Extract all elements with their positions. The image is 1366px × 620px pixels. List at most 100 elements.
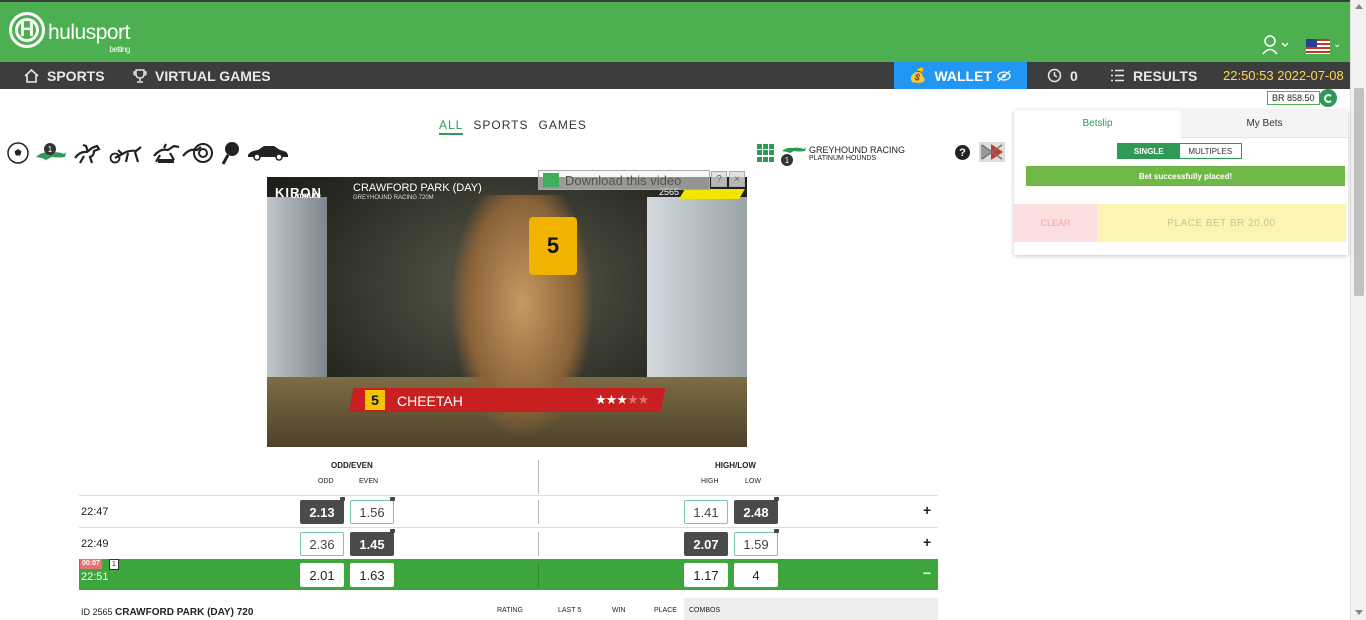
top-header: H hulusport betting ⌄ [0,0,1366,62]
col-win: WIN [612,607,626,614]
race-badge: 1 [109,559,119,570]
logo-mark: H [9,12,45,48]
page-scrollbar[interactable] [1350,0,1366,620]
hulusport-logo[interactable]: H hulusport betting [9,12,130,54]
scroll-down-arrow[interactable] [1355,610,1363,615]
lock-icon [774,529,779,533]
eye-slash-icon[interactable] [996,70,1012,82]
main-nav: SPORTS VIRTUAL GAMES 💰 WALLET 0 RESULTS … [0,62,1350,89]
high-button[interactable]: 1.41 [684,500,728,524]
high-button[interactable]: 2.07 [684,532,728,556]
race-video-player[interactable]: 5 KIRON Unmute CRAWFORD PARK (DAY) GREYH… [267,177,747,447]
collapse-video-icon[interactable] [979,142,1005,162]
tab-my-bets[interactable]: My Bets [1181,110,1348,138]
scroll-thumb[interactable] [1354,88,1364,296]
row-divider [538,532,539,556]
multiples-toggle[interactable]: MULTIPLES [1180,144,1242,158]
odd-button[interactable]: 2.13 [300,500,344,524]
clear-button[interactable]: CLEAR [1014,204,1097,242]
col-last5: LAST 5 [558,607,582,614]
nav-history[interactable]: 0 [1047,62,1078,89]
expand-icon[interactable]: + [923,502,931,518]
unmute-button[interactable]: Unmute [291,191,321,200]
event-count-badge: 1 [781,154,793,166]
download-video-bar[interactable]: Download this video [538,170,710,190]
market-odd-even-title: ODD/EVEN [331,461,373,470]
car-racing-icon[interactable] [246,140,290,166]
user-account-icon[interactable] [1262,35,1292,55]
us-flag-icon[interactable] [1306,39,1330,54]
high-button[interactable]: 1.17 [684,563,728,587]
odd-button[interactable]: 2.36 [300,532,344,556]
collapse-icon[interactable]: − [923,565,931,581]
video-bib-number: 5 [529,217,577,275]
row-divider [538,500,539,524]
grid-view-icon[interactable] [757,144,775,162]
low-button[interactable]: 4 [734,563,778,587]
betslip-panel: Betslip My Bets SINGLE MULTIPLES Bet suc… [1014,110,1348,255]
brand-name: hulusport [48,21,130,44]
market-high-low-title: HIGH/LOW [715,461,756,470]
event-subtitle: PLATINUM HOUNDS [809,155,877,162]
harness-racing-icon[interactable] [108,140,144,166]
race-row-live[interactable]: 00:07 1 22:51 2.01 1.63 1.17 4 − [79,559,938,590]
lock-icon [774,497,779,501]
tab-games[interactable]: GAMES [538,118,586,135]
soccer-ball-icon[interactable] [6,140,30,166]
countdown-timer: 00:07 [80,559,102,569]
expand-icon[interactable]: + [923,534,931,550]
help-icon[interactable]: ? [955,145,970,160]
runner-number: 5 [365,390,385,410]
col-combos: COMBOS [689,607,721,614]
race-row[interactable]: 22:49 2.36 1.45 2.07 1.59 + [79,527,938,558]
nav-sports-label: SPORTS [47,67,105,84]
scroll-up-arrow[interactable] [1355,4,1363,9]
wallet-label: WALLET [934,67,992,84]
even-button[interactable]: 1.63 [350,563,394,587]
runner-name: CHEETAH [397,393,463,409]
video-race-title: CRAWFORD PARK (DAY) [353,182,482,194]
motorbike-racing-icon[interactable] [181,140,213,166]
single-toggle[interactable]: SINGLE [1118,144,1180,158]
chevron-down-icon[interactable]: ⌄ [1333,39,1341,50]
tennis-icon[interactable] [220,140,242,166]
money-bag-icon: 💰 [909,67,927,83]
low-button[interactable]: 1.59 [734,532,778,556]
refresh-balance-icon[interactable] [1319,89,1337,107]
col-place: PLACE [654,607,677,614]
even-button[interactable]: 1.56 [350,500,394,524]
server-clock: 22:50:53 2022-07-08 [1223,68,1344,83]
place-bet-button[interactable]: PLACE BET BR 20.00 [1097,204,1346,242]
sport-badge: 1 [44,143,56,155]
tab-all[interactable]: ALL [439,118,464,135]
market-divider [538,460,539,494]
steeplechase-icon[interactable] [152,140,182,166]
race-row[interactable]: 22:47 2.13 1.56 1.41 2.48 + [79,495,938,526]
history-count: 0 [1070,67,1078,84]
video-race-subtitle: GREYHOUND RACING 720M [353,195,434,201]
download-close-button[interactable]: × [729,171,745,187]
even-button[interactable]: 1.45 [350,532,394,556]
download-label: Download this video [565,172,682,188]
greyhound-icon [782,147,806,153]
lock-icon [390,497,395,501]
video-gate-right [647,197,747,397]
race-card-header: ID 2565 CRAWFORD PARK (DAY) 720 RATING L… [79,598,938,620]
tab-betslip[interactable]: Betslip [1014,110,1181,138]
logo-wordmark: hulusport betting [48,21,130,54]
account-balance: BR 858.50 [1267,91,1320,105]
tab-sports[interactable]: SPORTS [473,118,528,135]
download-help-button[interactable]: ? [711,171,727,187]
low-button[interactable]: 2.48 [734,500,778,524]
wallet-button[interactable]: 💰 WALLET [894,62,1027,89]
nav-results[interactable]: RESULTS [1110,62,1197,89]
odd-button[interactable]: 2.01 [300,563,344,587]
nav-sports[interactable]: SPORTS [24,62,105,89]
video-gate-left [267,197,327,397]
history-icon [1047,68,1062,83]
col-odd: ODD [318,478,334,485]
horse-racing-icon[interactable] [72,140,102,166]
race-time: 22:51 [81,571,109,583]
nav-virtual-games[interactable]: VIRTUAL GAMES [133,62,271,89]
success-message: Bet successfully placed! [1026,166,1345,186]
